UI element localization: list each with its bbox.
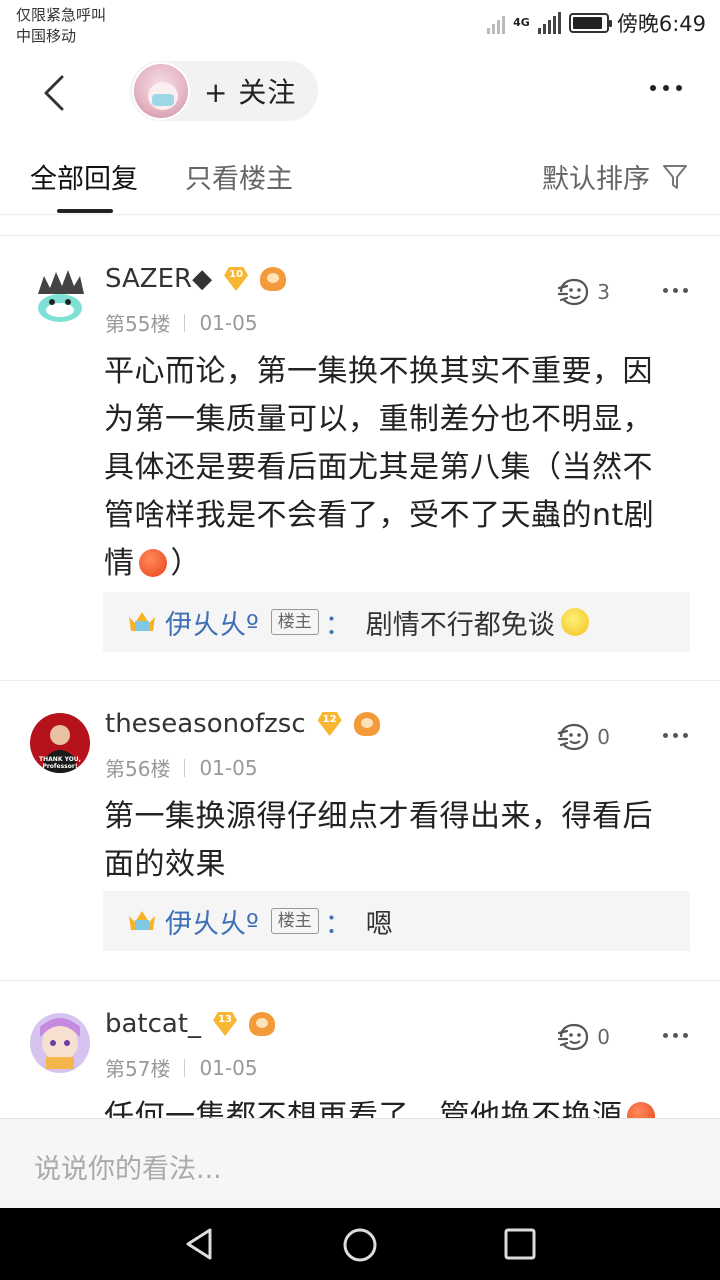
like-button[interactable]: 0 bbox=[557, 723, 610, 751]
svg-text:THANK YOU,: THANK YOU, bbox=[39, 756, 81, 763]
active-tab-indicator bbox=[57, 209, 113, 213]
nav-recent-icon[interactable] bbox=[503, 1227, 537, 1261]
post-more-icon[interactable] bbox=[663, 1033, 688, 1038]
carrier-text: 中国移动 bbox=[16, 27, 77, 45]
post-date: 01-05 bbox=[199, 310, 258, 335]
sub-reply[interactable]: 伊乆乆º 楼主 ： 剧情不行都免谈 bbox=[103, 592, 690, 652]
post-more-icon[interactable] bbox=[663, 733, 688, 738]
tab-op-only[interactable]: 只看楼主 bbox=[185, 157, 293, 196]
op-tag: 楼主 bbox=[270, 609, 319, 635]
fan-badge-icon bbox=[249, 1012, 276, 1036]
smile-emoji-icon bbox=[560, 608, 589, 636]
level-badge: 13 bbox=[211, 1012, 239, 1036]
post-meta: 第56楼 01-05 bbox=[105, 753, 258, 782]
post-content: 平心而论，第一集换不换其实不重要，因 为第一集质量可以，重制差分也不明显， 具体… bbox=[104, 354, 655, 581]
status-bar: 仅限紧急呼叫 中国移动 4G 傍晚6:49 bbox=[0, 0, 720, 50]
crown-icon bbox=[129, 612, 155, 631]
sort-label: 默认排序 bbox=[542, 164, 650, 195]
sort-button[interactable]: 默认排序 bbox=[542, 157, 688, 196]
post-date: 01-05 bbox=[199, 755, 258, 780]
system-nav-bar bbox=[0, 1208, 720, 1280]
user-avatar[interactable] bbox=[30, 1013, 90, 1073]
crown-icon bbox=[129, 911, 155, 930]
username-text: theseasonofzsc bbox=[105, 709, 306, 739]
fan-badge-icon bbox=[260, 267, 287, 291]
like-button[interactable]: 3 bbox=[557, 278, 610, 306]
op-avatar[interactable] bbox=[132, 62, 190, 120]
tab-all-replies[interactable]: 全部回复 bbox=[30, 157, 138, 196]
reply-tabs: 全部回复 只看楼主 默认排序 bbox=[0, 145, 720, 215]
like-face-icon bbox=[558, 1023, 589, 1051]
top-nav: + 关注 bbox=[0, 55, 720, 130]
username-text: SAZER◆ bbox=[105, 264, 213, 294]
nav-back-icon[interactable] bbox=[182, 1226, 218, 1262]
like-button[interactable]: 0 bbox=[557, 1023, 610, 1051]
reply-post: batcat_ 13 第57楼 01-05 0 任何一集都不想再看了，管他换不换… bbox=[0, 981, 720, 1118]
network-type: 4G bbox=[513, 16, 530, 29]
follow-label: + 关注 bbox=[204, 76, 297, 109]
reply-author[interactable]: 伊乆乆º bbox=[165, 603, 259, 642]
nav-home-icon[interactable] bbox=[341, 1226, 379, 1264]
username[interactable]: batcat_ 13 bbox=[105, 1009, 276, 1039]
filter-icon bbox=[663, 164, 687, 189]
comment-input-placeholder[interactable]: 说说你的看法... bbox=[34, 1147, 222, 1186]
post-meta: 第55楼 01-05 bbox=[105, 308, 258, 337]
post-more-icon[interactable] bbox=[663, 288, 688, 293]
floor-number: 第55楼 bbox=[105, 312, 171, 336]
reply-text: 嗯 bbox=[365, 908, 393, 940]
reply-author[interactable]: 伊乆乆º bbox=[165, 902, 259, 941]
like-face-icon bbox=[558, 278, 589, 306]
emergency-only-text: 仅限紧急呼叫 bbox=[16, 6, 107, 24]
username[interactable]: theseasonofzsc 12 bbox=[105, 709, 380, 739]
post-date: 01-05 bbox=[199, 1055, 258, 1080]
reply-text: 剧情不行都免谈 bbox=[365, 609, 555, 641]
battery-icon bbox=[568, 13, 612, 33]
like-count: 3 bbox=[597, 280, 610, 304]
username[interactable]: SAZER◆ 10 bbox=[105, 264, 287, 294]
chevron-left-icon[interactable] bbox=[36, 73, 76, 113]
post-content: 第一集换源得仔细点才看得出来，得看后 面的效果 bbox=[104, 799, 653, 882]
floor-number: 第57楼 bbox=[105, 1057, 171, 1081]
reply-post: SAZER◆ 10 第55楼 01-05 3 平心而论，第一集换不换其实不重要，… bbox=[0, 236, 720, 680]
sub-reply[interactable]: 伊乆乆º 楼主 ： 嗯 bbox=[103, 891, 690, 951]
no-signal-icon bbox=[487, 12, 506, 34]
like-count: 0 bbox=[597, 725, 610, 749]
more-horizontal-icon[interactable] bbox=[650, 85, 682, 91]
op-tag: 楼主 bbox=[270, 908, 319, 934]
post-content: 任何一集都不想再看了，管他换不换源 bbox=[104, 1093, 686, 1118]
svg-text:Professor!: Professor! bbox=[42, 763, 77, 770]
angry-emoji-icon bbox=[626, 1102, 655, 1118]
angry-emoji-icon bbox=[138, 549, 167, 577]
comment-input-bar[interactable]: 说说你的看法... bbox=[0, 1118, 720, 1208]
level-badge: 12 bbox=[316, 712, 344, 736]
reply-post: THANK YOU, Professor! theseasonofzsc 12 … bbox=[0, 681, 720, 979]
user-avatar[interactable] bbox=[30, 266, 90, 326]
level-badge: 10 bbox=[222, 267, 250, 291]
post-meta: 第57楼 01-05 bbox=[105, 1053, 258, 1082]
follow-button[interactable]: + 关注 bbox=[130, 61, 318, 121]
like-face-icon bbox=[558, 723, 589, 751]
status-right: 4G 傍晚6:49 bbox=[487, 8, 706, 38]
username-text: batcat_ bbox=[105, 1009, 202, 1039]
floor-number: 第56楼 bbox=[105, 757, 171, 781]
fan-badge-icon bbox=[353, 712, 380, 736]
signal-icon bbox=[537, 12, 561, 34]
clock: 傍晚6:49 bbox=[616, 12, 706, 36]
section-divider bbox=[0, 216, 720, 236]
user-avatar[interactable]: THANK YOU, Professor! bbox=[30, 713, 90, 773]
like-count: 0 bbox=[597, 1025, 610, 1049]
